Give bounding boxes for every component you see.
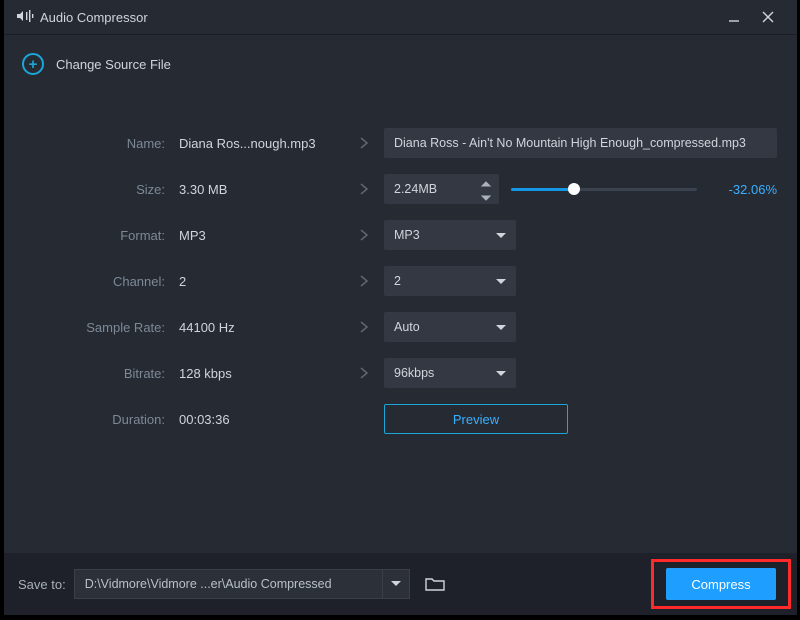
bitrate-select[interactable]: 96kbps bbox=[384, 358, 516, 388]
arrow-icon bbox=[344, 274, 384, 288]
row-bitrate: Bitrate: 128 kbps 96kbps bbox=[24, 350, 777, 396]
label-name: Name: bbox=[24, 136, 179, 151]
channel-select-value: 2 bbox=[394, 274, 401, 288]
arrow-icon bbox=[344, 320, 384, 334]
arrow-icon bbox=[344, 136, 384, 150]
close-button[interactable] bbox=[751, 0, 785, 34]
app-icon bbox=[16, 9, 34, 26]
label-channel: Channel: bbox=[24, 274, 179, 289]
compress-highlight: Compress bbox=[651, 559, 791, 609]
minimize-button[interactable] bbox=[717, 0, 751, 34]
row-duration: Duration: 00:03:36 Preview bbox=[24, 396, 777, 442]
change-source-label: Change Source File bbox=[56, 57, 171, 72]
source-sample-rate: 44100 Hz bbox=[179, 320, 344, 335]
chevron-down-icon bbox=[496, 320, 506, 334]
label-duration: Duration: bbox=[24, 412, 179, 427]
size-slider[interactable] bbox=[511, 174, 697, 204]
sample-rate-select-value: Auto bbox=[394, 320, 420, 334]
row-size: Size: 3.30 MB 2.24MB bbox=[24, 166, 777, 212]
row-channel: Channel: 2 2 bbox=[24, 258, 777, 304]
open-folder-button[interactable] bbox=[420, 569, 450, 599]
plus-circle-icon: + bbox=[22, 53, 44, 75]
row-format: Format: MP3 MP3 bbox=[24, 212, 777, 258]
save-path-dropdown[interactable] bbox=[382, 569, 410, 599]
preview-button[interactable]: Preview bbox=[384, 404, 568, 434]
source-channel: 2 bbox=[179, 274, 344, 289]
title-bar: Audio Compressor bbox=[4, 0, 797, 34]
source-format: MP3 bbox=[179, 228, 344, 243]
source-duration: 00:03:36 bbox=[179, 412, 344, 427]
bitrate-select-value: 96kbps bbox=[394, 366, 434, 380]
arrow-icon bbox=[344, 366, 384, 380]
change-source-button[interactable]: + Change Source File bbox=[4, 35, 797, 89]
source-name: Diana Ros...nough.mp3 bbox=[179, 136, 344, 151]
chevron-down-icon bbox=[496, 366, 506, 380]
compress-button[interactable]: Compress bbox=[666, 568, 776, 600]
target-name-input[interactable]: Diana Ross - Ain't No Mountain High Enou… bbox=[384, 128, 777, 158]
bottom-bar: Save to: D:\Vidmore\Vidmore ...er\Audio … bbox=[4, 553, 797, 615]
spinner-down-icon[interactable] bbox=[481, 190, 495, 204]
target-size-value: 2.24MB bbox=[394, 182, 437, 196]
app-title: Audio Compressor bbox=[40, 10, 148, 25]
sample-rate-select[interactable]: Auto bbox=[384, 312, 516, 342]
channel-select[interactable]: 2 bbox=[384, 266, 516, 296]
source-size: 3.30 MB bbox=[179, 182, 344, 197]
label-size: Size: bbox=[24, 182, 179, 197]
chevron-down-icon bbox=[496, 228, 506, 242]
size-change-pct: -32.06% bbox=[709, 182, 777, 197]
target-size-spinner[interactable]: 2.24MB bbox=[384, 174, 499, 204]
label-bitrate: Bitrate: bbox=[24, 366, 179, 381]
arrow-icon bbox=[344, 182, 384, 196]
arrow-icon bbox=[344, 228, 384, 242]
source-bitrate: 128 kbps bbox=[179, 366, 344, 381]
chevron-down-icon bbox=[496, 274, 506, 288]
save-to-label: Save to: bbox=[18, 577, 66, 592]
form: Name: Diana Ros...nough.mp3 Diana Ross -… bbox=[24, 120, 777, 442]
save-path-box[interactable]: D:\Vidmore\Vidmore ...er\Audio Compresse… bbox=[74, 569, 382, 599]
row-name: Name: Diana Ros...nough.mp3 Diana Ross -… bbox=[24, 120, 777, 166]
format-select[interactable]: MP3 bbox=[384, 220, 516, 250]
format-select-value: MP3 bbox=[394, 228, 420, 242]
label-format: Format: bbox=[24, 228, 179, 243]
window: Audio Compressor + Change Source File Na… bbox=[4, 0, 797, 615]
label-sample-rate: Sample Rate: bbox=[24, 320, 179, 335]
spinner-up-icon[interactable] bbox=[481, 176, 495, 190]
row-sample-rate: Sample Rate: 44100 Hz Auto bbox=[24, 304, 777, 350]
